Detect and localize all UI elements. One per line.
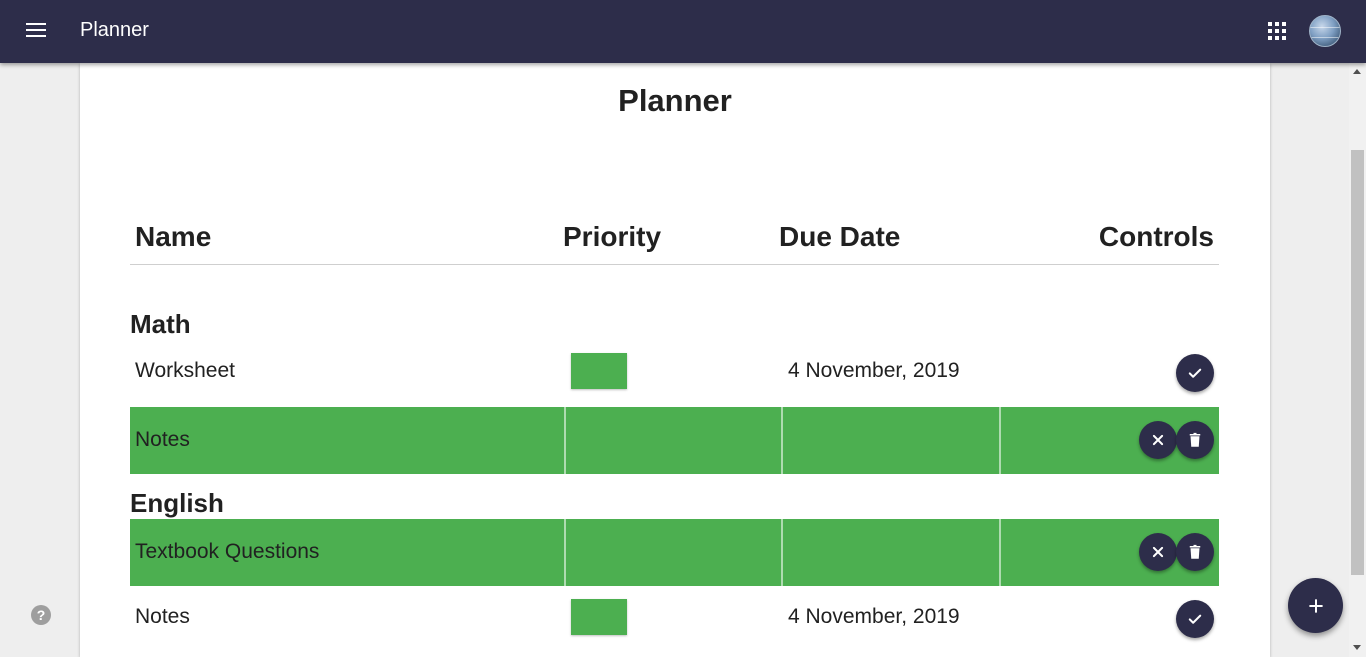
- add-icon: [1308, 598, 1323, 613]
- cell-divider: [999, 407, 1001, 474]
- cell-divider: [564, 407, 566, 474]
- column-header-priority: Priority: [563, 221, 662, 252]
- app-bar: Planner: [0, 0, 1366, 63]
- trash-icon: [1189, 432, 1201, 447]
- close-icon: [1152, 434, 1164, 446]
- task-name: Notes: [135, 605, 190, 628]
- scroll-up-arrow[interactable]: [1353, 69, 1361, 74]
- help-icon[interactable]: ?: [31, 605, 51, 625]
- check-icon: [1188, 368, 1202, 378]
- scroll-down-arrow[interactable]: [1353, 645, 1361, 650]
- column-header-controls: Controls: [1098, 221, 1214, 252]
- task-due-date: 4 November, 2019: [788, 605, 960, 628]
- task-name: Notes: [135, 428, 190, 451]
- scroll-thumb[interactable]: [1351, 150, 1364, 575]
- table-header: Name Priority Due Date Controls: [130, 221, 1219, 265]
- task-due-date: 4 November, 2019: [788, 359, 960, 382]
- priority-indicator[interactable]: [571, 599, 627, 635]
- undo-complete-button[interactable]: [1139, 421, 1177, 459]
- delete-button[interactable]: [1176, 421, 1214, 459]
- cell-divider: [781, 407, 783, 474]
- app-title: Planner: [80, 19, 149, 41]
- cell-divider: [564, 519, 566, 586]
- complete-button[interactable]: [1176, 354, 1214, 392]
- undo-complete-button[interactable]: [1139, 533, 1177, 571]
- complete-button[interactable]: [1176, 600, 1214, 638]
- add-task-button[interactable]: [1288, 578, 1343, 633]
- trash-icon: [1189, 544, 1201, 559]
- task-row: Notes 4 November, 2019: [130, 585, 1219, 652]
- apps-grid-icon[interactable]: [1268, 22, 1286, 40]
- menu-icon[interactable]: [23, 20, 49, 44]
- page-scrollbar[interactable]: [1349, 63, 1366, 657]
- column-header-name: Name: [135, 221, 212, 252]
- subject-heading: Math: [130, 309, 191, 339]
- task-row-completed: Textbook Questions: [130, 519, 1219, 586]
- column-header-due-date: Due Date: [779, 221, 901, 252]
- avatar[interactable]: [1309, 15, 1341, 47]
- page-title: Planner: [618, 83, 732, 118]
- subject-heading: English: [130, 488, 224, 518]
- check-icon: [1188, 614, 1202, 624]
- cell-divider: [999, 519, 1001, 586]
- task-row: Worksheet 4 November, 2019: [130, 339, 1219, 406]
- delete-button[interactable]: [1176, 533, 1214, 571]
- cell-divider: [781, 519, 783, 586]
- task-name: Textbook Questions: [135, 540, 320, 563]
- task-name: Worksheet: [135, 359, 235, 382]
- priority-indicator[interactable]: [571, 353, 627, 389]
- planner-card: Planner Name Priority Due Date Controls …: [80, 63, 1270, 657]
- task-row-completed: Notes: [130, 407, 1219, 474]
- close-icon: [1152, 546, 1164, 558]
